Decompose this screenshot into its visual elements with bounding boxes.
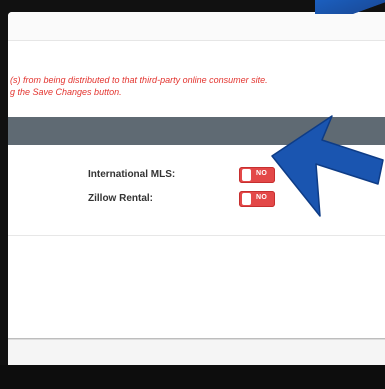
syndication-options: International MLS: NO Zillow Rental: NO xyxy=(8,145,385,236)
option-row-zillow-rental: Zillow Rental: NO xyxy=(8,189,385,211)
bottom-border xyxy=(0,365,385,389)
toggle-state-label: NO xyxy=(256,194,268,201)
option-row-international-mls: International MLS: NO xyxy=(8,165,385,187)
notice-line-2: g the Save Changes button. xyxy=(10,87,122,97)
option-label-zillow-rental: Zillow Rental: xyxy=(88,193,153,204)
app-window: (s) from being distributed to that third… xyxy=(8,12,385,365)
zillow-rental-toggle[interactable]: NO xyxy=(239,191,275,207)
content-area xyxy=(8,236,385,340)
option-label-international-mls: International MLS: xyxy=(88,169,176,180)
footer-strip xyxy=(8,339,385,365)
international-mls-toggle[interactable]: NO xyxy=(239,167,275,183)
corner-accent xyxy=(315,0,385,14)
toggle-knob xyxy=(242,193,251,205)
toggle-knob xyxy=(242,169,251,181)
notice-line-1: (s) from being distributed to that third… xyxy=(10,75,268,85)
syndication-notice: (s) from being distributed to that third… xyxy=(8,74,385,98)
screenshot-frame: (s) from being distributed to that third… xyxy=(0,0,385,389)
toggle-state-label: NO xyxy=(256,170,268,177)
section-header-bar xyxy=(8,117,385,145)
top-strip xyxy=(8,12,385,41)
